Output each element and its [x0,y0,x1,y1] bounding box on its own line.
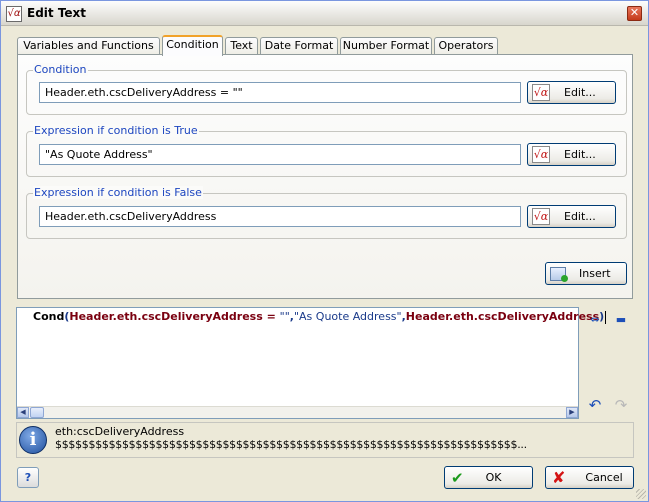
false-expression-edit-button[interactable]: √α Edit... [527,205,616,228]
scroll-right-icon[interactable]: ▶ [566,407,578,418]
close-button[interactable]: ✕ [627,6,642,21]
info-field-format: $$$$$$$$$$$$$$$$$$$$$$$$$$$$$$$$$$$$$$$$… [55,438,527,451]
tab-date-format[interactable]: Date Format [260,37,338,55]
true-expression-legend: Expression if condition is True [33,124,199,137]
app-icon: √α [6,6,22,22]
info-bar: i eth:cscDeliveryAddress $$$$$$$$$$$$$$$… [16,422,634,458]
formula-alpha-icon: √α [532,146,550,163]
false-expression-input[interactable]: Header.eth.cscDeliveryAddress [39,206,521,227]
code-string: "As Quote Address" [293,310,402,323]
redo-icon[interactable]: ↷ [612,398,630,413]
false-expression-group: Expression if condition is False Header.… [26,186,627,239]
true-expression-edit-button[interactable]: √α Edit... [527,143,616,166]
tab-variables-and-functions[interactable]: Variables and Functions [17,37,160,55]
condition-edit-button[interactable]: √α Edit... [527,81,616,104]
info-icon: i [19,426,47,454]
false-expression-legend: Expression if condition is False [33,186,203,199]
window-title: Edit Text [27,6,87,20]
true-expression-group: Expression if condition is True "As Quot… [26,124,627,177]
scroll-thumb[interactable] [30,407,44,418]
condition-group: Condition Header.eth.cscDeliveryAddress … [26,63,627,115]
tab-operators[interactable]: Operators [434,37,498,55]
code-field: Header.eth.cscDeliveryAddress [69,310,263,323]
formula-alpha-icon: √α [532,208,550,225]
true-expression-input[interactable]: "As Quote Address" [39,144,521,165]
code-string: "" [279,310,290,323]
condition-input[interactable]: Header.eth.cscDeliveryAddress = "" [39,82,521,103]
edit-text-dialog: √α Edit Text ✕ Variables and Functions C… [0,0,649,502]
info-field-name: eth:cscDeliveryAddress [55,425,185,438]
ok-button[interactable]: ✔ OK [444,466,533,489]
help-button[interactable]: ? [17,467,39,488]
false-expression-edit-label: Edit... [564,210,596,223]
ok-label: OK [485,471,502,484]
expression-code: Cond(Header.eth.cscDeliveryAddress = "",… [33,310,607,324]
true-expression-edit-label: Edit... [564,148,596,161]
tab-condition[interactable]: Condition [162,35,223,56]
cancel-button[interactable]: ✘ Cancel [545,466,634,489]
code-operator: = [262,310,280,323]
insert-button[interactable]: Insert [545,262,627,285]
resize-grip[interactable] [636,489,646,499]
text-caret [605,310,607,324]
tab-number-format[interactable]: Number Format [340,37,432,55]
condition-edit-label: Edit... [564,86,596,99]
horizontal-scrollbar[interactable]: ◀ ▶ [17,406,578,418]
code-field: Header.eth.cscDeliveryAddress [405,310,600,323]
cancel-label: Cancel [585,471,623,484]
cancel-x-icon: ✘ [552,468,566,487]
title-bar: √α Edit Text ✕ [1,1,648,26]
insert-icon [550,266,568,282]
insert-label: Insert [579,267,611,280]
condition-legend: Condition [33,63,88,76]
keyboard-icon[interactable]: ▬ [612,313,630,327]
undo-icon[interactable]: ↶ [586,398,604,413]
tab-text[interactable]: Text [225,37,258,55]
scroll-left-icon[interactable]: ◀ [17,407,29,418]
formula-alpha-icon: √α [532,84,550,101]
checkmark-icon: ✔ [451,468,464,487]
expression-editor[interactable]: Cond(Header.eth.cscDeliveryAddress = "",… [16,307,607,419]
code-function: Cond [33,310,65,323]
word-wrap-icon[interactable]: ⇔ [586,313,604,327]
condition-tab-panel: Condition Header.eth.cscDeliveryAddress … [17,54,633,299]
